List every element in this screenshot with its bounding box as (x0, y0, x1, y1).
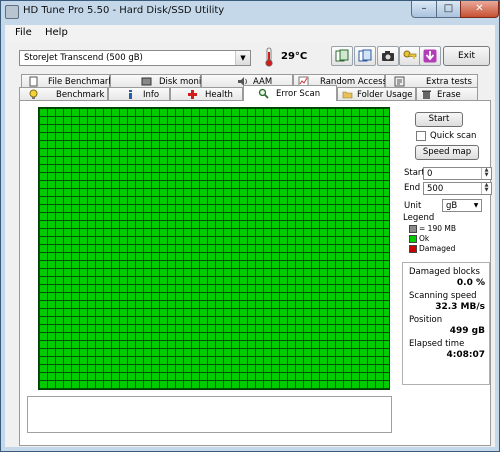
tab-label: Info (143, 90, 160, 100)
app-window: HD Tune Pro 5.50 - Hard Disk/SSD Utility… (0, 0, 500, 452)
legend: Legend = 190 MB Ok Damaged (403, 213, 489, 256)
disk-icon (141, 77, 152, 86)
legend-swatch-red (409, 245, 417, 253)
error-scan-panel: Start Quick scan Speed map Start 0 ▲ ▼ En… (19, 100, 492, 446)
tab-benchmark[interactable]: Benchmark (19, 87, 108, 101)
damaged-blocks-value: 0.0 % (456, 278, 485, 288)
window-title: HD Tune Pro 5.50 - Hard Disk/SSD Utility (23, 5, 225, 16)
tab-folder-usage[interactable]: Folder Usage (337, 87, 416, 101)
tab-info[interactable]: Info (108, 87, 170, 101)
copy-info-icon (335, 49, 349, 62)
screenshot-button[interactable] (377, 46, 399, 66)
start-field-label: Start (404, 168, 425, 178)
tab-file-benchmark[interactable]: File Benchmark (21, 74, 114, 88)
info-icon (129, 90, 132, 99)
copy-screenshot-button[interactable] (354, 46, 376, 66)
tab-error-scan[interactable]: Error Scan (243, 85, 337, 101)
end-field-value: 500 (427, 184, 444, 194)
scan-stats: Damaged blocks 0.0 % Scanning speed 32.3… (402, 262, 490, 385)
damaged-blocks-label: Damaged blocks (409, 267, 480, 277)
end-field-label: End (404, 183, 421, 193)
start-field-value: 0 (427, 169, 433, 179)
unit-select-value: gB (446, 201, 458, 211)
tab-erase[interactable]: Erase (416, 87, 478, 101)
chevron-down-icon[interactable]: ▼ (235, 51, 250, 65)
quick-scan-label: Quick scan (430, 131, 477, 141)
legend-title: Legend (403, 213, 435, 223)
tab-health[interactable]: Health (170, 87, 243, 101)
close-button[interactable]: ✕ (460, 1, 499, 18)
spin-down-icon: ▼ (484, 172, 489, 178)
tab-disk-monitor[interactable]: Disk monitor (110, 74, 213, 88)
thermometer-icon (265, 47, 273, 67)
maximize-button[interactable]: □ (436, 1, 461, 18)
legend-swatch-green (409, 235, 417, 243)
elapsed-time-label: Elapsed time (409, 339, 465, 349)
start-field[interactable]: 0 ▲ ▼ (423, 167, 492, 180)
tab-label: Folder Usage (357, 90, 413, 100)
elapsed-time-value: 4:08:07 (446, 350, 485, 360)
lightbulb-icon (29, 89, 38, 99)
main-area: StoreJet Transcend (500 gB) ▼ 29°C Exit … (5, 41, 495, 447)
menu-file[interactable]: File (15, 27, 32, 38)
exit-button[interactable]: Exit (443, 46, 490, 66)
menu-bar: File Help (5, 25, 495, 41)
speed-map-button[interactable]: Speed map (415, 145, 479, 160)
title-bar[interactable]: HD Tune Pro 5.50 - Hard Disk/SSD Utility… (1, 1, 499, 21)
unit-select[interactable]: gB ▼ (442, 199, 482, 212)
quick-scan-checkbox[interactable] (416, 131, 426, 141)
end-field[interactable]: 500 ▲ ▼ (423, 182, 492, 195)
drive-select[interactable]: StoreJet Transcend (500 gB) ▼ (19, 50, 251, 66)
camera-icon (382, 51, 394, 61)
legend-text: = 190 MB (419, 224, 456, 233)
start-button[interactable]: Start (415, 112, 463, 127)
scan-log-area[interactable] (27, 396, 392, 433)
temperature-readout: 29°C (281, 51, 308, 62)
key-icon (403, 50, 417, 59)
spin-buttons[interactable]: ▲ ▼ (481, 168, 491, 179)
menu-help[interactable]: Help (45, 27, 68, 38)
trash-icon (422, 90, 431, 99)
file-icon (29, 76, 38, 87)
legend-swatch-gray (409, 225, 417, 233)
tab-label: Benchmark (56, 90, 105, 100)
magnifier-icon (258, 88, 269, 99)
minimize-button[interactable]: – (411, 1, 437, 18)
scanning-speed-value: 32.3 MB/s (435, 302, 485, 312)
legend-text: Ok (419, 234, 430, 243)
position-label: Position (409, 315, 443, 325)
options-button[interactable] (399, 46, 421, 66)
tab-extra-tests[interactable]: Extra tests (385, 74, 478, 88)
spin-down-icon: ▼ (484, 187, 489, 193)
download-button[interactable] (419, 46, 441, 66)
folder-icon (342, 91, 353, 99)
chevron-down-icon[interactable]: ▼ (471, 200, 481, 211)
tab-label: Erase (437, 90, 461, 100)
app-icon (5, 5, 19, 19)
health-cross-icon (188, 90, 197, 99)
scanning-speed-label: Scanning speed (409, 291, 477, 301)
unit-label: Unit (404, 201, 422, 211)
tab-label: File Benchmark (48, 77, 114, 87)
copy-info-button[interactable] (331, 46, 353, 66)
spin-buttons[interactable]: ▲ ▼ (481, 183, 491, 194)
drive-select-value: StoreJet Transcend (500 gB) (24, 53, 143, 63)
tab-label: Error Scan (276, 89, 321, 99)
position-value: 499 gB (449, 326, 485, 336)
block-map (38, 107, 390, 390)
legend-text: Damaged (419, 244, 456, 253)
download-icon (423, 49, 437, 63)
tab-label: Health (205, 90, 233, 100)
tab-label: Extra tests (426, 77, 472, 87)
copy-screenshot-icon (358, 49, 372, 62)
extra-tests-icon (394, 76, 405, 87)
